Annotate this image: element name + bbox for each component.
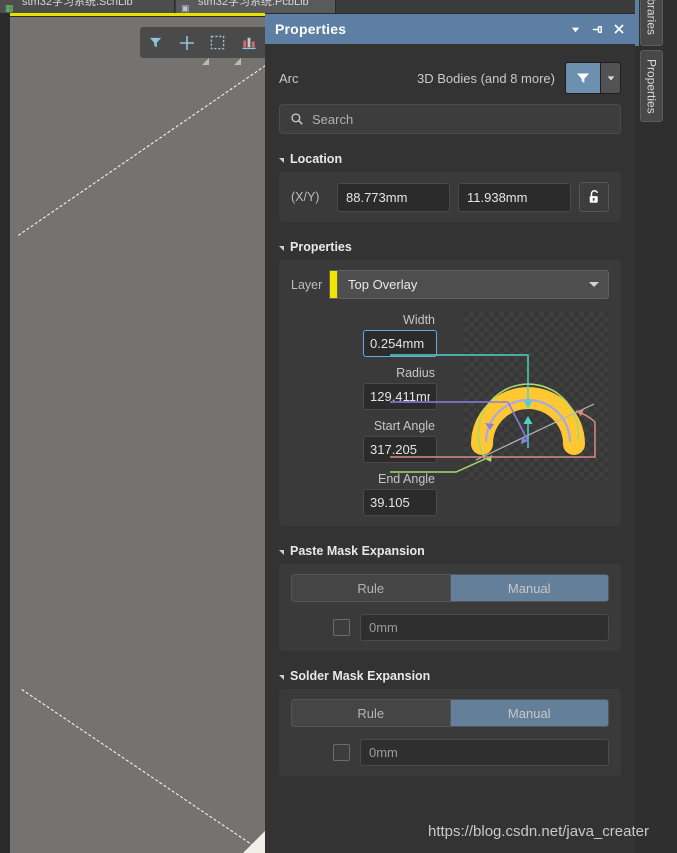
- properties-section: Layer Top Overlay Width Radius Start Ang…: [279, 260, 621, 526]
- object-scope-label: 3D Bodies (and 8 more): [416, 70, 555, 86]
- pcb-icon: ▣: [181, 3, 190, 13]
- x-coordinate-input[interactable]: [337, 182, 450, 212]
- layer-color-swatch: [329, 270, 338, 299]
- document-tab-label: stm32学习系统.SchLib: [22, 0, 133, 8]
- paste-mask-value-input[interactable]: [360, 614, 609, 641]
- search-input[interactable]: [312, 105, 620, 133]
- unlock-icon[interactable]: [579, 182, 609, 212]
- right-tab-rail: Libraries Properties: [635, 0, 677, 853]
- marquee-select-icon[interactable]: [202, 27, 233, 58]
- section-title: Location: [290, 152, 343, 166]
- paste-mask-manual-button[interactable]: Manual: [449, 575, 608, 601]
- crosshair-icon[interactable]: [171, 27, 202, 58]
- paste-mask-section: Rule Manual: [279, 564, 621, 651]
- solder-mask-value-input[interactable]: [360, 739, 609, 766]
- object-header-row: Arc 3D Bodies (and 8 more): [279, 56, 621, 100]
- pcb-canvas[interactable]: [0, 13, 265, 853]
- document-tab-label: stm32学习系统.PcbLib: [198, 0, 309, 8]
- section-header-properties[interactable]: Properties: [279, 240, 635, 254]
- pin-icon[interactable]: [587, 19, 607, 39]
- xy-label: (X/Y): [291, 190, 320, 204]
- search-box[interactable]: [279, 104, 621, 134]
- chevron-down-icon[interactable]: [600, 63, 620, 93]
- collapse-triangle-icon: [279, 674, 284, 680]
- schematic-icon: ▦: [5, 3, 14, 13]
- paste-mask-rule-button[interactable]: Rule: [292, 575, 450, 601]
- toolbar-resize-nub: [202, 58, 209, 65]
- object-filter-group: [565, 62, 621, 94]
- panel-title-buttons: [565, 14, 629, 44]
- guide-line-lower: [21, 689, 265, 853]
- layer-select[interactable]: Top Overlay: [329, 270, 609, 299]
- layer-value: Top Overlay: [348, 277, 418, 292]
- y-coordinate-input[interactable]: [458, 182, 571, 212]
- document-tab-schlib[interactable]: ▦ stm32学习系统.SchLib: [0, 0, 175, 13]
- arc-parameters-area: Width Radius Start Angle End Angle: [291, 311, 609, 516]
- collapse-triangle-icon: [279, 245, 284, 251]
- solder-mask-section: Rule Manual: [279, 689, 621, 776]
- funnel-icon[interactable]: [566, 63, 600, 93]
- chevron-down-icon: [589, 282, 599, 287]
- solder-mask-checkbox[interactable]: [333, 744, 350, 761]
- paste-mask-value-row: [291, 614, 609, 641]
- solder-mask-mode-toggle: Rule Manual: [291, 699, 609, 727]
- vertical-tab-properties[interactable]: Properties: [640, 50, 663, 122]
- collapse-triangle-icon: [279, 549, 284, 555]
- solder-mask-rule-button[interactable]: Rule: [292, 700, 450, 726]
- end-angle-input[interactable]: [363, 489, 437, 516]
- board-surface[interactable]: [10, 17, 265, 853]
- section-title: Properties: [290, 240, 352, 254]
- paste-mask-mode-toggle: Rule Manual: [291, 574, 609, 602]
- section-title: Solder Mask Expansion: [290, 669, 431, 683]
- xy-row: (X/Y): [291, 182, 609, 212]
- section-title: Paste Mask Expansion: [290, 544, 425, 558]
- paste-mask-checkbox[interactable]: [333, 619, 350, 636]
- board-corner-marker: [243, 831, 265, 853]
- chevron-down-icon[interactable]: [565, 19, 585, 39]
- section-header-paste-mask[interactable]: Paste Mask Expansion: [279, 544, 635, 558]
- search-icon: [290, 112, 304, 126]
- vertical-tab-label: Properties: [644, 58, 659, 114]
- solder-mask-value-row: [291, 739, 609, 766]
- section-header-location[interactable]: Location: [279, 152, 635, 166]
- panel-body: Arc 3D Bodies (and 8 more) Search Locati…: [265, 44, 635, 853]
- properties-panel: Properties Arc 3D Bodies (and 8 more) Se…: [265, 14, 635, 853]
- document-tab-strip: ▦ stm32学习系统.SchLib ▣ stm32学习系统.PcbLib: [0, 0, 677, 13]
- canvas-toolbar: [140, 27, 265, 58]
- vertical-tab-libraries[interactable]: Libraries: [640, 0, 663, 46]
- location-section: (X/Y): [279, 172, 621, 222]
- layer-row: Layer Top Overlay: [291, 270, 609, 299]
- collapse-triangle-icon: [279, 157, 284, 163]
- app-root: ▦ stm32学习系统.SchLib ▣ stm32学习系统.PcbLib Pr…: [0, 0, 677, 853]
- layer-label: Layer: [291, 277, 323, 292]
- close-icon[interactable]: [609, 19, 629, 39]
- document-tab-pcblib[interactable]: ▣ stm32学习系统.PcbLib: [176, 0, 336, 13]
- bar-chart-icon[interactable]: [233, 27, 264, 58]
- solder-mask-manual-button[interactable]: Manual: [449, 700, 608, 726]
- section-header-solder-mask[interactable]: Solder Mask Expansion: [279, 669, 635, 683]
- active-tab-accent: [635, 0, 639, 46]
- object-kind-label: Arc: [279, 70, 299, 86]
- vertical-tab-label: Libraries: [644, 0, 659, 36]
- arc-preview-diagram: [390, 311, 609, 481]
- board-outline-edge: [10, 13, 265, 16]
- filter-icon[interactable]: [140, 27, 171, 58]
- guide-line-upper: [18, 59, 265, 236]
- panel-title-label: Properties: [275, 21, 347, 37]
- toolbar-resize-nub: [234, 58, 241, 65]
- panel-title-bar: Properties: [265, 14, 635, 44]
